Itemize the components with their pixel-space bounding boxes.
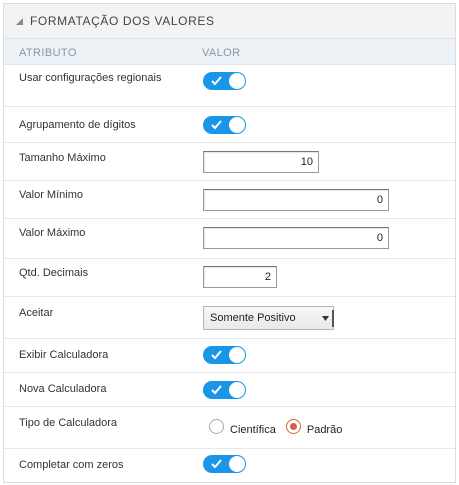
regional-settings-toggle[interactable] <box>203 72 246 90</box>
check-icon <box>211 76 222 86</box>
panel-header[interactable]: FORMATAÇÃO DOS VALORES <box>4 4 455 39</box>
row-fill-zeros: Completar com zeros <box>4 449 455 480</box>
decimals-label: Qtd. Decimais <box>19 267 89 279</box>
row-digit-grouping: Agrupamento de dígitos <box>4 107 455 143</box>
formatting-panel: FORMATAÇÃO DOS VALORES ATRIBUTO VALOR Us… <box>3 3 456 483</box>
show-calculator-toggle[interactable] <box>203 346 246 364</box>
row-min-value: Valor Mínimo 0 <box>4 181 455 219</box>
fill-zeros-label: Completar com zeros <box>19 459 124 471</box>
radio-standard[interactable] <box>285 419 301 434</box>
toggle-knob <box>229 347 245 363</box>
check-icon <box>211 350 222 360</box>
toggle-knob <box>229 456 245 472</box>
row-max-value: Valor Máximo 0 <box>4 219 455 259</box>
row-new-calculator: Nova Calculadora <box>4 373 455 407</box>
row-show-calculator: Exibir Calculadora <box>4 339 455 373</box>
collapse-triangle-icon[interactable] <box>15 17 24 26</box>
row-calculator-type: Tipo de Calculadora Científica Padrão <box>4 407 455 449</box>
toggle-knob <box>229 73 245 89</box>
check-icon <box>211 459 222 469</box>
decimals-input[interactable]: 2 <box>203 266 277 288</box>
new-calculator-toggle[interactable] <box>203 381 246 399</box>
accept-select[interactable]: Somente Positivo <box>203 306 334 330</box>
row-regional-settings: Usar configurações regionais <box>4 65 455 107</box>
column-value-label: VALOR <box>202 47 241 59</box>
calculator-type-radio-group: Científica Padrão <box>209 419 352 436</box>
radio-standard-label[interactable]: Padrão <box>307 424 342 436</box>
accept-label: Aceitar <box>19 307 54 319</box>
panel-title: FORMATAÇÃO DOS VALORES <box>30 14 215 28</box>
select-edge <box>332 310 334 327</box>
column-header: ATRIBUTO VALOR <box>4 39 455 65</box>
column-attribute-label: ATRIBUTO <box>19 47 77 59</box>
toggle-knob <box>229 117 245 133</box>
chevron-down-icon <box>322 316 329 321</box>
new-calculator-label: Nova Calculadora <box>19 383 107 395</box>
digit-grouping-label: Agrupamento de dígitos <box>19 119 136 131</box>
show-calculator-label: Exibir Calculadora <box>19 349 109 361</box>
fill-zeros-toggle[interactable] <box>203 455 246 473</box>
min-value-input[interactable]: 0 <box>203 189 389 211</box>
max-value-label: Valor Máximo <box>19 227 86 239</box>
row-decimals: Qtd. Decimais 2 <box>4 259 455 297</box>
toggle-knob <box>229 382 245 398</box>
calculator-type-label: Tipo de Calculadora <box>19 417 118 429</box>
row-max-size: Tamanho Máximo 10 <box>4 143 455 181</box>
check-icon <box>211 120 222 130</box>
radio-scientific-label[interactable]: Científica <box>230 424 276 436</box>
accept-select-value: Somente Positivo <box>210 312 296 324</box>
max-size-label: Tamanho Máximo <box>19 152 106 164</box>
min-value-label: Valor Mínimo <box>19 189 83 201</box>
check-icon <box>211 385 222 395</box>
max-size-input[interactable]: 10 <box>203 151 319 173</box>
regional-settings-label: Usar configurações regionais <box>19 72 162 84</box>
radio-scientific[interactable] <box>209 419 224 434</box>
row-accept: Aceitar Somente Positivo <box>4 297 455 339</box>
max-value-input[interactable]: 0 <box>203 227 389 249</box>
digit-grouping-toggle[interactable] <box>203 116 246 134</box>
